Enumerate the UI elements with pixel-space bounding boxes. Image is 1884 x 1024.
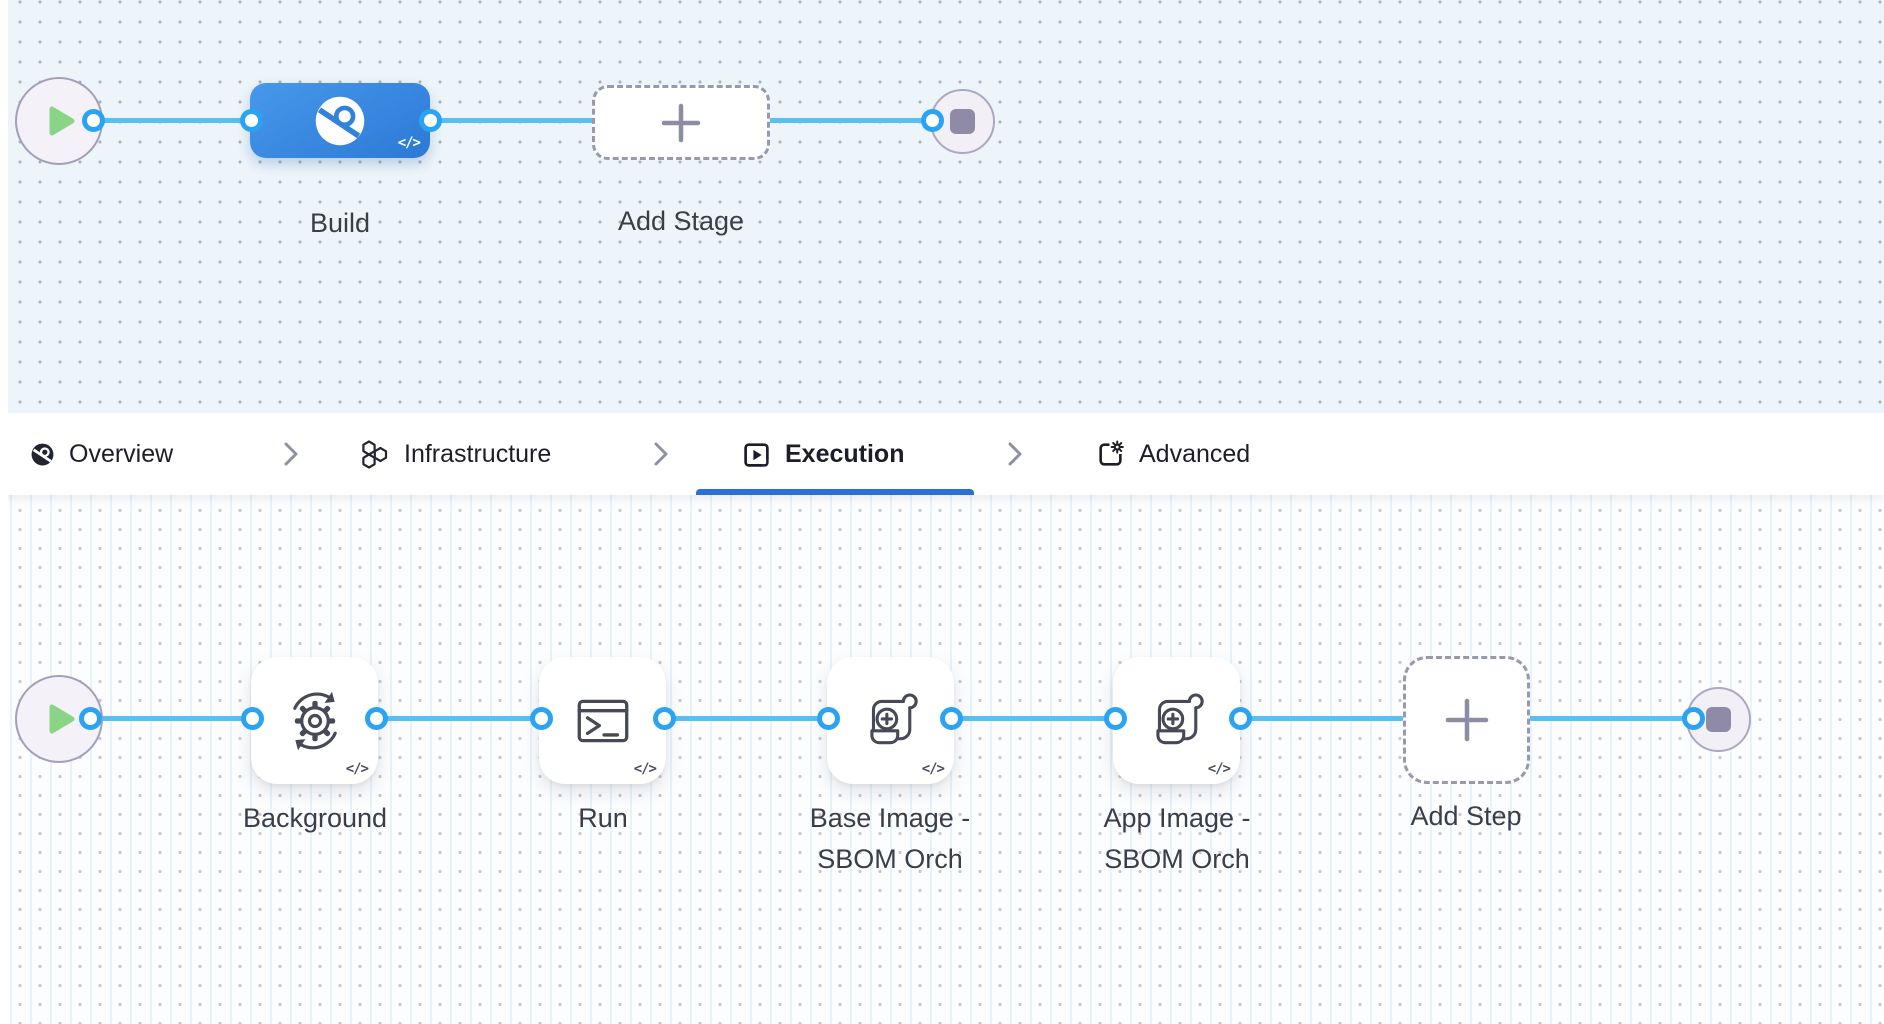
port[interactable] xyxy=(940,707,963,730)
tab-label: Advanced xyxy=(1139,439,1251,468)
stage-config-tabbar: Overview Infrastructure Execution Advanc… xyxy=(0,413,1884,495)
edge xyxy=(1529,716,1694,721)
edge xyxy=(664,716,829,721)
port[interactable] xyxy=(1682,707,1705,730)
scroll-plus-icon xyxy=(869,692,918,744)
code-badge: </> xyxy=(633,761,657,777)
step-node-run[interactable]: </> xyxy=(539,657,666,784)
gear-square-icon xyxy=(1099,439,1124,466)
add-stage-node[interactable] xyxy=(592,85,770,160)
step-label-line1: Background xyxy=(242,803,388,833)
tab-label: Execution xyxy=(785,439,905,468)
edge xyxy=(1240,716,1404,721)
port[interactable] xyxy=(365,707,388,730)
hexagons-icon xyxy=(362,440,388,469)
terminal-icon xyxy=(577,699,628,742)
port[interactable] xyxy=(817,707,840,730)
pipeline-studio-screen: </> Build Add Stage Overview Infrastruct… xyxy=(0,0,1884,1024)
build-stage-node[interactable]: </> xyxy=(250,83,430,158)
active-tab-indicator xyxy=(696,489,974,495)
edge-addstage-to-end xyxy=(768,118,935,123)
edge xyxy=(90,716,253,721)
plus-icon xyxy=(1445,698,1488,742)
stage-canvas[interactable]: </> Build Add Stage xyxy=(0,0,1884,413)
play-icon xyxy=(49,704,75,734)
step-label-line2: SBOM Orch xyxy=(817,844,963,874)
plus-icon xyxy=(661,103,701,142)
tab-overview[interactable]: Overview xyxy=(30,413,173,495)
chevron-right-icon xyxy=(1008,442,1022,466)
tab-infrastructure[interactable]: Infrastructure xyxy=(360,413,551,495)
step-label-line1: Run xyxy=(578,803,628,833)
stop-icon xyxy=(950,109,975,134)
chevron-right-icon xyxy=(654,442,668,466)
edge-build-to-addstage xyxy=(430,118,595,123)
edge xyxy=(951,716,1116,721)
step-label: Base Image - SBOM Orch xyxy=(750,798,1030,880)
left-gutter xyxy=(0,0,8,1024)
ci-build-icon xyxy=(315,96,365,145)
port[interactable] xyxy=(1229,707,1252,730)
step-label-line1: Base Image - xyxy=(809,803,971,833)
code-badge: </> xyxy=(921,761,945,777)
step-node-app-image-sbom[interactable]: </> xyxy=(1113,657,1240,784)
step-label-line1: App Image - xyxy=(1103,803,1251,833)
port[interactable] xyxy=(921,109,944,132)
step-node-base-image-sbom[interactable]: </> xyxy=(827,657,954,784)
tab-advanced[interactable]: Advanced xyxy=(1096,413,1250,495)
add-step-label: Add Step xyxy=(1410,801,1522,831)
tab-label: Overview xyxy=(69,439,174,468)
port[interactable] xyxy=(419,109,442,132)
add-step-node[interactable] xyxy=(1403,656,1530,784)
port[interactable] xyxy=(241,707,264,730)
code-badge: </> xyxy=(1207,761,1231,777)
stage-label: Build xyxy=(309,208,371,238)
port[interactable] xyxy=(82,109,105,132)
port[interactable] xyxy=(653,707,676,730)
scroll-plus-icon xyxy=(1155,692,1204,744)
play-icon xyxy=(49,106,75,136)
chevron-right-icon xyxy=(284,442,298,466)
step-label: Run xyxy=(463,798,743,839)
port[interactable] xyxy=(530,707,553,730)
stop-icon xyxy=(1706,707,1731,732)
code-badge: </> xyxy=(345,761,369,777)
execution-canvas[interactable]: </> </> </> </> Background Run Base Imag… xyxy=(0,495,1884,1024)
edge xyxy=(376,716,541,721)
ci-overview-icon xyxy=(31,443,54,465)
port[interactable] xyxy=(79,707,102,730)
step-label: App Image - SBOM Orch xyxy=(1037,798,1317,880)
port[interactable] xyxy=(1104,707,1127,730)
tab-label: Infrastructure xyxy=(404,439,552,468)
gear-sync-icon xyxy=(292,691,337,750)
edge-start-to-build xyxy=(93,118,254,123)
step-label: Background xyxy=(175,798,455,839)
step-label-line2: SBOM Orch xyxy=(1104,844,1250,874)
add-stage-label: Add Stage xyxy=(617,206,745,236)
code-badge: </> xyxy=(397,135,421,151)
step-node-background[interactable]: </> xyxy=(251,657,378,784)
port[interactable] xyxy=(240,109,263,132)
tab-execution[interactable]: Execution xyxy=(742,413,904,495)
play-square-icon xyxy=(744,442,769,467)
